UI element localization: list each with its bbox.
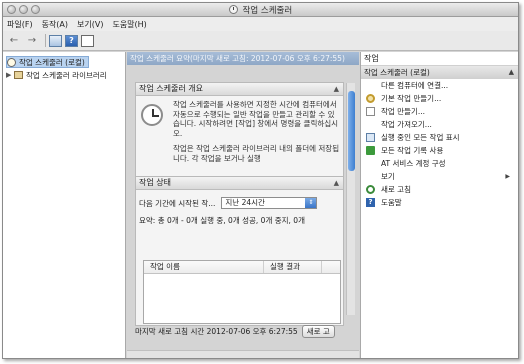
refresh-icon: [366, 185, 375, 194]
blank-icon: [366, 172, 375, 181]
actions-group-header[interactable]: 작업 스케줄러 (로컬) ▲: [361, 66, 518, 79]
show-hide-console-tree-icon[interactable]: [49, 34, 62, 47]
wizard-gear-icon: [366, 94, 375, 103]
submenu-arrow-icon: ▶: [505, 173, 510, 180]
column-header-task-name[interactable]: 작업 이름: [144, 261, 264, 273]
help-icon: ?: [366, 198, 375, 207]
tree-item-task-scheduler-library[interactable]: ▶ 작업 스케줄러 라이브러리: [6, 69, 107, 81]
scheduler-clock-icon: [228, 5, 238, 14]
window-title: 작업 스케줄러: [242, 6, 293, 16]
toolbar-divider: [45, 34, 46, 47]
menu-file[interactable]: 파일(F): [7, 19, 33, 30]
menu-view[interactable]: 보기(V): [77, 19, 103, 30]
actions-title: 작업: [361, 52, 518, 66]
tree-item-label: 작업 스케줄러 라이브러리: [26, 70, 107, 80]
app-window: 작업 스케줄러 파일(F) 동작(A) 보기(V) 도움말(H) ← → ? 작…: [2, 2, 519, 359]
refresh-button[interactable]: 새로 고: [301, 324, 335, 338]
summary-header: 작업 스케줄러 요약(마지막 새로 고침: 2012-07-06 오후 6:27…: [127, 52, 359, 65]
action-view[interactable]: 보기 ▶: [361, 170, 518, 183]
tree-item-task-scheduler-local[interactable]: 작업 스케줄러 (로컬): [6, 56, 89, 68]
title-bar: 작업 스케줄러: [3, 3, 518, 17]
history-icon: [366, 146, 375, 155]
help-icon[interactable]: ?: [65, 34, 78, 47]
actions-pane: 작업 작업 스케줄러 (로컬) ▲ 다른 컴퓨터에 연결... 기본 작업 만들…: [360, 52, 518, 358]
dropdown-arrow-icon[interactable]: ⇕: [305, 198, 317, 208]
summary-pane: 작업 스케줄러 요약(마지막 새로 고침: 2012-07-06 오후 6:27…: [127, 52, 359, 358]
period-select[interactable]: 지난 24시간 ⇕: [221, 197, 318, 209]
new-task-icon: [366, 107, 375, 116]
action-enable-task-history[interactable]: 모든 작업 기록 사용: [361, 144, 518, 157]
action-display-running-tasks[interactable]: 실행 중인 모든 작업 표시: [361, 131, 518, 144]
summary-footer: 마지막 새로 고침 시간 2012-07-06 오후 6:27:55 새로 고: [135, 324, 347, 338]
period-label: 다음 기간에 시작된 작...: [139, 198, 216, 208]
last-refresh-text: 마지막 새로 고침 시간 2012-07-06 오후 6:27:55: [135, 326, 298, 336]
summary-scrollbar[interactable]: [346, 83, 355, 315]
folder-icon: [14, 71, 23, 79]
action-import-task[interactable]: 작업 가져오기...: [361, 118, 518, 131]
expand-arrow-icon[interactable]: ▶: [6, 71, 14, 79]
column-header-run-result[interactable]: 실행 결과: [264, 261, 322, 273]
overview-section-header[interactable]: 작업 스케줄러 개요 ▲: [136, 83, 343, 96]
blank-icon: [366, 81, 375, 90]
menu-bar: 파일(F) 동작(A) 보기(V) 도움말(H): [3, 17, 518, 31]
task-status-title: 작업 상태: [139, 178, 171, 187]
overview-paragraph: 작업 스케줄러를 사용하면 지정한 시간에 컴퓨터에서 자동으로 수행되는 일반…: [173, 100, 339, 138]
console-tree: 작업 스케줄러 (로컬) ▶ 작업 스케줄러 라이브러리: [3, 52, 126, 358]
back-button[interactable]: ←: [6, 34, 22, 48]
action-refresh[interactable]: 새로 고침: [361, 183, 518, 196]
action-at-service-account[interactable]: AT 서비스 계정 구성: [361, 157, 518, 170]
forward-button[interactable]: →: [24, 34, 40, 48]
action-connect-another-computer[interactable]: 다른 컴퓨터에 연결...: [361, 79, 518, 92]
action-create-basic-task[interactable]: 기본 작업 만들기...: [361, 92, 518, 105]
action-help[interactable]: ? 도움말: [361, 196, 518, 209]
horizontal-scrollbar[interactable]: [127, 350, 359, 358]
status-summary: 요약: 총 0개 - 0개 실행 중, 0개 성공, 0개 중지, 0개: [139, 216, 305, 225]
blank-icon: [366, 120, 375, 129]
collapse-icon[interactable]: ▲: [334, 83, 339, 95]
overview-paragraph: 작업은 작업 스케줄러 라이브러리 내의 폴더에 저장됩니다. 각 작업을 보거…: [173, 144, 340, 163]
task-status-grid: 작업 이름 실행 결과: [143, 260, 341, 324]
clock-icon: [7, 57, 16, 67]
running-tasks-icon: [366, 133, 375, 142]
collapse-icon[interactable]: ▲: [509, 66, 514, 79]
tree-item-label: 작업 스케줄러 (로컬): [19, 57, 85, 67]
scheduler-clock-icon: [141, 104, 163, 126]
menu-help[interactable]: 도움말(H): [112, 19, 146, 30]
task-status-section-header[interactable]: 작업 상태 ▲: [136, 177, 343, 190]
scrollbar-thumb[interactable]: [348, 91, 355, 171]
blank-icon: [366, 159, 375, 168]
overview-title: 작업 스케줄러 개요: [139, 84, 203, 93]
toolbar: ← → ?: [3, 31, 518, 51]
action-create-task[interactable]: 작업 만들기...: [361, 105, 518, 118]
menu-action[interactable]: 동작(A): [42, 19, 68, 30]
collapse-icon[interactable]: ▲: [334, 177, 339, 189]
show-hide-action-pane-icon[interactable]: [81, 34, 94, 47]
